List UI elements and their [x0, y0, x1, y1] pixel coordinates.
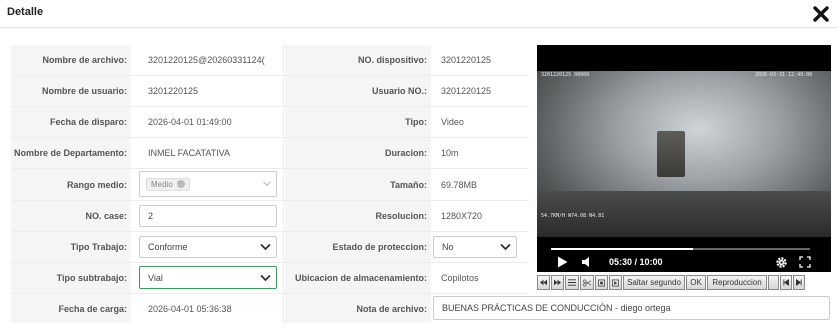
progress-fill	[551, 248, 694, 250]
label-range: Rango medio:	[11, 169, 131, 200]
value-department: INMEL FACATATIVA	[148, 148, 231, 158]
label-case-no: NO. case:	[11, 201, 131, 231]
value-upload-date: 2026-04-01 05:36:38	[148, 303, 232, 314]
range-tag[interactable]: Medio	[146, 177, 190, 191]
value-size: 69.78MB	[441, 179, 478, 190]
row-subwork-type: Tipo subtrabajo: Vial Ubicacion de almac…	[11, 263, 529, 294]
row-work-type: Tipo Trabajo: Conforme Estado de protecc…	[11, 232, 529, 263]
value-storage-location: Copilotos	[441, 273, 479, 283]
rewind-icon[interactable]	[537, 275, 550, 290]
tag-remove-icon[interactable]	[176, 180, 185, 188]
slider-handle[interactable]	[768, 275, 779, 290]
value-trigger-date: 2026-04-01 01:49:00	[148, 117, 232, 127]
value-file-name: 3201220125@20260331124(	[148, 55, 265, 65]
label-user-no: Usuario NO.:	[285, 76, 431, 106]
close-icon[interactable]	[811, 4, 831, 24]
video-time: 05:30 / 10:00	[609, 257, 663, 267]
work-type-select[interactable]: Conforme	[139, 236, 277, 258]
chevron-down-icon	[260, 274, 271, 281]
row-upload-date: Fecha de carga: 2026-04-01 05:36:38 Nota…	[11, 294, 830, 323]
gear-icon[interactable]	[775, 255, 788, 269]
subwork-type-value: Vial	[148, 272, 163, 283]
label-device-no: NO. dispositivo:	[285, 45, 431, 75]
label-protection: Estado de proteccion:	[285, 232, 431, 262]
prev-segment-icon[interactable]	[780, 275, 792, 290]
osd-device: 3201220125 00000	[541, 72, 590, 78]
frame-back-icon[interactable]	[595, 275, 608, 290]
subwork-type-select[interactable]: Vial	[139, 266, 277, 289]
protection-select[interactable]: No	[433, 236, 517, 258]
dialog-header: Detalle	[0, 0, 837, 28]
protection-value: No	[442, 242, 454, 252]
row-trigger-date: Fecha de disparo: 2026-04-01 01:49:00 Ti…	[11, 107, 529, 138]
label-file-name: Nombre de archivo:	[11, 45, 131, 75]
fullscreen-icon[interactable]	[799, 255, 811, 269]
play-icon[interactable]	[557, 255, 568, 269]
chevron-down-icon	[260, 243, 271, 251]
volume-icon[interactable]	[581, 255, 593, 269]
label-work-type: Tipo Trabajo:	[11, 232, 131, 262]
ok-button[interactable]: OK	[686, 275, 706, 290]
frame-forward-icon[interactable]	[609, 275, 622, 290]
fast-forward-icon[interactable]	[551, 275, 564, 290]
label-resolution: Resolucion:	[285, 201, 431, 231]
video-progress-bar[interactable]	[551, 248, 810, 250]
list-icon[interactable]	[565, 275, 579, 290]
row-department: Nombre de Departamento: INMEL FACATATIVA…	[11, 138, 529, 169]
dialog-title: Detalle	[7, 6, 44, 18]
playback-speed-button[interactable]: Reproduccion	[707, 275, 767, 290]
range-select[interactable]: Medio	[139, 171, 277, 197]
row-file-name: Nombre de archivo: 3201220125@2026033112…	[11, 45, 529, 76]
video-player[interactable]: 3201220125 00000 2026-03-31 12:49:00 54.…	[537, 45, 831, 272]
label-type: Tipo:	[285, 107, 431, 137]
truck-shape	[657, 131, 685, 177]
seek-seconds-button[interactable]: Saltar segundo	[623, 275, 685, 290]
file-note-input[interactable]: BUENAS PRÁCTICAS DE CONDUCCIÓN - diego o…	[433, 296, 830, 320]
row-range: Rango medio: Medio Tamaño: 69.78MB	[11, 169, 529, 201]
chevron-down-icon	[500, 243, 511, 251]
chevron-down-icon	[263, 181, 271, 187]
value-user-name: 3201220125	[148, 86, 199, 96]
label-upload-date: Fecha de carga:	[11, 294, 131, 323]
osd-timestamp: 2026-03-31 12:49:00	[755, 72, 813, 78]
label-file-note: Nota de archivo:	[285, 294, 431, 323]
label-department: Nombre de Departamento:	[11, 138, 131, 168]
scissors-icon[interactable]	[580, 275, 594, 290]
playback-toolbar: Saltar segundo OK Reproduccion	[537, 275, 831, 290]
label-size: Tamaño:	[285, 169, 431, 200]
case-no-input[interactable]: 2	[139, 205, 277, 227]
label-duration: Duracion:	[285, 138, 431, 168]
value-device-no: 3201220125	[441, 55, 492, 65]
osd-gps: 54.7KM/H W74.08 N4.81	[541, 213, 605, 219]
value-type: Video	[441, 117, 464, 127]
label-user-name: Nombre de usuario:	[11, 76, 131, 106]
label-subwork-type: Tipo subtrabajo:	[11, 263, 131, 293]
next-segment-icon[interactable]	[793, 275, 805, 290]
range-tag-label: Medio	[151, 179, 173, 189]
row-user-name: Nombre de usuario: 3201220125 Usuario NO…	[11, 76, 529, 107]
label-storage-location: Ubicacion de almacenamiento:	[285, 263, 431, 293]
row-case-no: NO. case: 2 Resolucion: 1280X720	[11, 201, 529, 232]
value-resolution: 1280X720	[441, 211, 483, 221]
work-type-value: Conforme	[148, 242, 188, 252]
value-duration: 10m	[441, 148, 459, 158]
label-trigger-date: Fecha de disparo:	[11, 107, 131, 137]
value-user-no: 3201220125	[441, 86, 492, 96]
